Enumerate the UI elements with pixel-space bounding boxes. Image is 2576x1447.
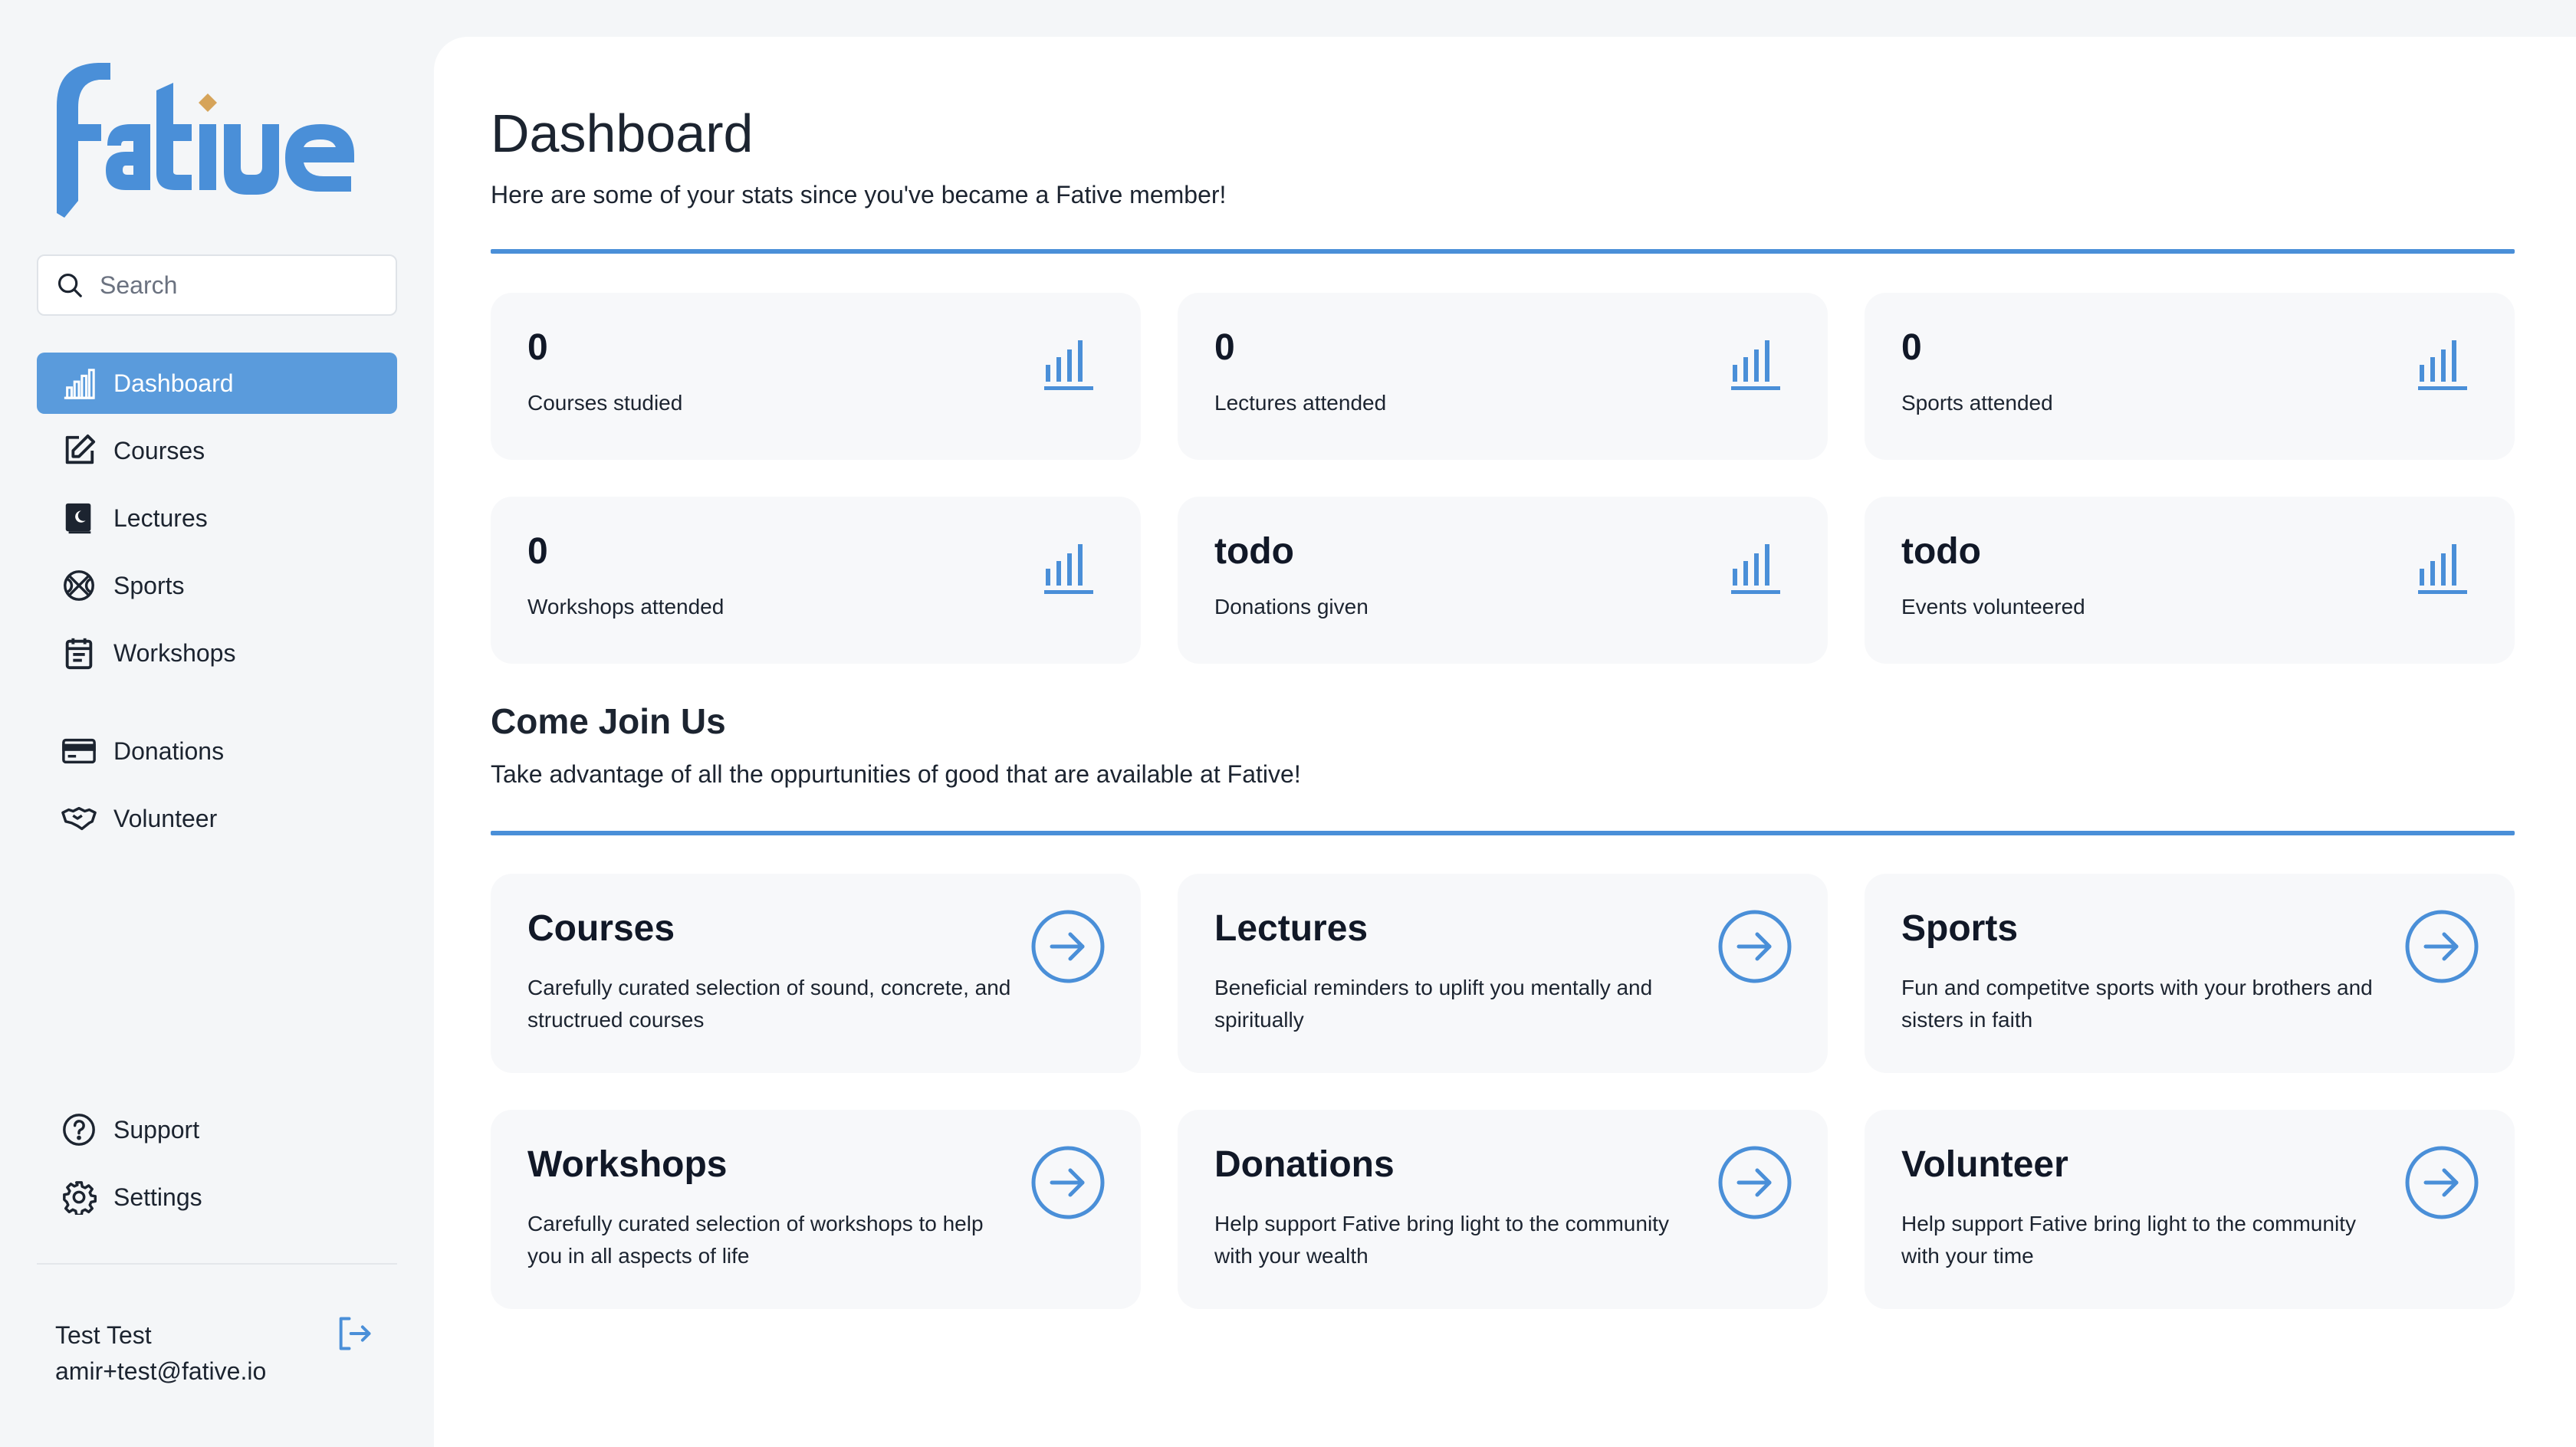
nav-label: Volunteer [113, 804, 218, 832]
stat-card-workshops: 0 Workshops attended [491, 497, 1141, 664]
handshake-icon [61, 801, 97, 836]
stat-value: 0 [1901, 327, 1922, 368]
stat-label: Courses studied [527, 391, 683, 415]
card-description: Fun and competitve sports with your brot… [1901, 976, 2373, 1032]
nav-label: Support [113, 1115, 200, 1143]
bar-chart-icon [2418, 340, 2467, 390]
section-subtitle: Take advantage of all the oppurtunities … [491, 760, 1301, 788]
join-card-donations[interactable]: Donations Help support Fative bring ligh… [1178, 1110, 1828, 1309]
sidebar: Dashboard Courses Lectures [0, 0, 434, 1447]
join-card-sports[interactable]: Sports Fun and competitve sports with yo… [1865, 874, 2515, 1073]
stat-value: 0 [527, 327, 548, 368]
page-title: Dashboard [491, 103, 754, 163]
gear-icon [61, 1180, 97, 1215]
nav-item-support[interactable]: Support [37, 1099, 397, 1160]
page-subtitle: Here are some of your stats since you've… [491, 181, 1227, 208]
nav-item-donations[interactable]: Donations [37, 720, 397, 782]
bar-chart-icon [61, 366, 97, 401]
edit-icon [61, 433, 97, 468]
user-email: amir+test@fative.io [55, 1357, 267, 1385]
card-description: Beneficial reminders to uplift you menta… [1214, 976, 1653, 1032]
logout-icon[interactable] [334, 1314, 374, 1353]
main-panel: Dashboard Here are some of your stats si… [434, 37, 2576, 1447]
stat-label: Workshops attended [527, 595, 724, 619]
card-title: Courses [527, 908, 675, 949]
card-description: Carefully curated selection of workshops… [527, 1212, 984, 1268]
join-card-volunteer[interactable]: Volunteer Help support Fative bring ligh… [1865, 1110, 2515, 1309]
stat-value: todo [1214, 531, 1294, 572]
stat-value: todo [1901, 531, 1981, 572]
search-icon [58, 273, 82, 297]
bar-chart-icon [1044, 544, 1093, 594]
search-input[interactable] [100, 271, 391, 300]
nav-item-settings[interactable]: Settings [37, 1166, 397, 1228]
fative-logo[interactable] [51, 60, 388, 221]
stat-label: Donations given [1214, 595, 1368, 619]
join-card-workshops[interactable]: Workshops Carefully curated selection of… [491, 1110, 1141, 1309]
nav-item-sports[interactable]: Sports [37, 555, 397, 616]
bottom-nav: Support Settings [37, 1099, 397, 1234]
arrow-right-circle-icon[interactable] [2404, 1145, 2479, 1220]
basketball-icon [61, 568, 97, 603]
nav-label: Workshops [113, 638, 236, 667]
arrow-right-circle-icon[interactable] [1030, 909, 1106, 984]
card-title: Donations [1214, 1144, 1395, 1185]
card-title: Lectures [1214, 908, 1368, 949]
arrow-right-circle-icon[interactable] [1717, 909, 1792, 984]
join-card-lectures[interactable]: Lectures Beneficial reminders to uplift … [1178, 874, 1828, 1073]
credit-card-icon [61, 733, 97, 769]
arrow-right-circle-icon[interactable] [2404, 909, 2479, 984]
nav-item-volunteer[interactable]: Volunteer [37, 788, 397, 849]
nav-item-workshops[interactable]: Workshops [37, 622, 397, 684]
nav-label: Sports [113, 571, 185, 599]
stat-label: Events volunteered [1901, 595, 2085, 619]
card-title: Volunteer [1901, 1144, 2068, 1185]
primary-nav: Dashboard Courses Lectures Sports Worksh… [37, 353, 397, 690]
stat-card-volunteered: todo Events volunteered [1865, 497, 2515, 664]
section-title: Come Join Us [491, 701, 726, 741]
arrow-right-circle-icon[interactable] [1030, 1145, 1106, 1220]
stat-card-donations: todo Donations given [1178, 497, 1828, 664]
book-icon [61, 500, 97, 536]
stat-card-courses: 0 Courses studied [491, 293, 1141, 460]
nav-label: Donations [113, 737, 225, 765]
user-profile: Test Test amir+test@fative.io [55, 1321, 266, 1386]
section-rule [491, 249, 2515, 254]
nav-item-dashboard[interactable]: Dashboard [37, 353, 397, 414]
stat-label: Lectures attended [1214, 391, 1387, 415]
card-description: Help support Fative bring light to the c… [1901, 1212, 2356, 1268]
nav-label: Dashboard [113, 369, 234, 397]
card-description: Carefully curated selection of sound, co… [527, 976, 1011, 1032]
sidebar-divider [37, 1263, 397, 1265]
card-title: Workshops [527, 1144, 728, 1185]
card-description: Help support Fative bring light to the c… [1214, 1212, 1669, 1268]
card-title: Sports [1901, 908, 2019, 949]
stat-label: Sports attended [1901, 391, 2053, 415]
bar-chart-icon [1044, 340, 1093, 390]
user-name: Test Test [55, 1321, 152, 1349]
stat-card-sports: 0 Sports attended [1865, 293, 2515, 460]
calendar-icon [61, 635, 97, 671]
nav-item-courses[interactable]: Courses [37, 420, 397, 481]
bar-chart-icon [1731, 544, 1780, 594]
nav-item-lectures[interactable]: Lectures [37, 487, 397, 549]
bar-chart-icon [2418, 544, 2467, 594]
nav-label: Settings [113, 1183, 202, 1211]
stat-value: 0 [527, 531, 548, 572]
section-rule [491, 831, 2515, 835]
nav-label: Lectures [113, 504, 208, 532]
stat-card-lectures: 0 Lectures attended [1178, 293, 1828, 460]
stat-value: 0 [1214, 327, 1235, 368]
join-card-courses[interactable]: Courses Carefully curated selection of s… [491, 874, 1141, 1073]
help-circle-icon [61, 1112, 97, 1147]
nav-label: Courses [113, 436, 205, 464]
bar-chart-icon [1731, 340, 1780, 390]
search-box[interactable] [37, 254, 397, 316]
arrow-right-circle-icon[interactable] [1717, 1145, 1792, 1220]
secondary-nav: Donations Volunteer [37, 720, 397, 855]
